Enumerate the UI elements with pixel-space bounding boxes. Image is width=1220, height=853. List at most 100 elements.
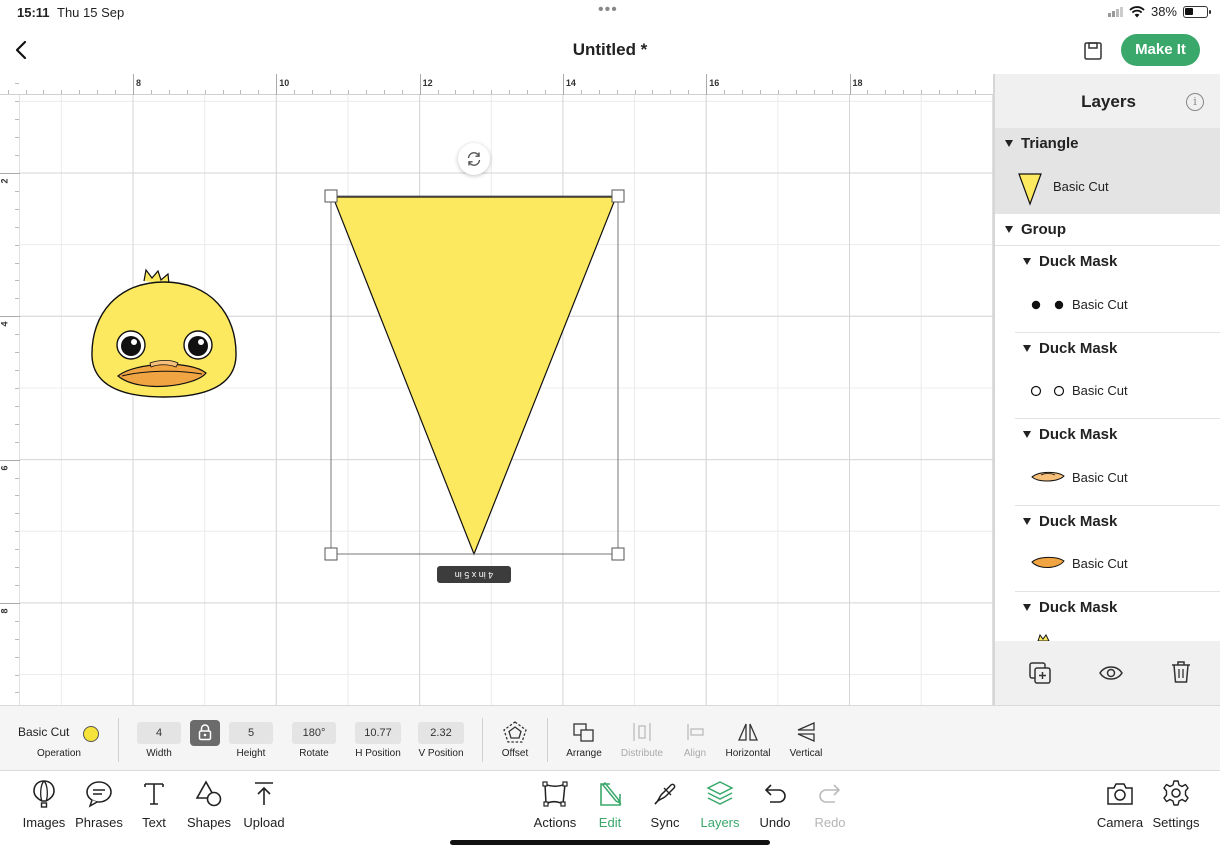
arrange-icon xyxy=(573,723,594,742)
layer-operation: Basic Cut xyxy=(1072,383,1128,398)
layer-name: Duck Mask xyxy=(1039,426,1118,443)
offset-button[interactable]: Offset xyxy=(497,706,533,772)
size-tag: 4 in x 5 in xyxy=(437,566,511,583)
expand-triangle-icon[interactable] xyxy=(1023,345,1031,352)
layer-operation: Basic Cut xyxy=(1053,179,1109,194)
trash-icon[interactable] xyxy=(1170,660,1192,684)
text-label: Text xyxy=(142,815,166,830)
horizontal-ruler: 8 10 12 14 16 18 xyxy=(0,74,993,95)
ruler-tick xyxy=(15,208,19,210)
layer-item-beak-detail[interactable]: Basic Cut xyxy=(995,451,1220,505)
beak-thumb-icon xyxy=(1031,556,1065,568)
layers-icon xyxy=(706,781,734,805)
expand-triangle-icon[interactable] xyxy=(1005,140,1013,147)
width-input[interactable]: 4 xyxy=(137,722,181,744)
ruler-tick xyxy=(15,190,19,192)
layer-item-beak[interactable]: Basic Cut xyxy=(995,537,1220,591)
arrange-button[interactable]: Arrange xyxy=(562,706,606,772)
upload-button[interactable]: Upload xyxy=(232,779,296,830)
operation-color-swatch[interactable] xyxy=(83,726,99,742)
expand-triangle-icon[interactable] xyxy=(1023,518,1031,525)
expand-triangle-icon[interactable] xyxy=(1023,431,1031,438)
ruler-tick xyxy=(527,90,529,94)
duplicate-icon[interactable] xyxy=(1028,661,1052,685)
home-indicator[interactable] xyxy=(450,840,770,845)
ruler-tick xyxy=(580,90,582,94)
ruler-major-tick xyxy=(0,173,20,174)
lock-aspect-button[interactable] xyxy=(190,720,220,746)
offset-icon xyxy=(503,721,527,743)
make-it-button[interactable]: Make It xyxy=(1121,34,1200,66)
expand-triangle-icon[interactable] xyxy=(1023,258,1031,265)
ruler-y-label: 8 xyxy=(0,608,10,614)
shapes-label: Shapes xyxy=(186,815,232,830)
layer-group-duck-mask[interactable]: Duck Mask xyxy=(995,506,1220,538)
rotate-input[interactable]: 180° xyxy=(292,722,336,744)
layer-group-duck-mask[interactable]: Duck Mask xyxy=(995,419,1220,451)
resize-handle-bottom-left[interactable] xyxy=(324,547,338,561)
resize-handle-bottom-right[interactable] xyxy=(611,547,625,561)
save-icon[interactable] xyxy=(1082,40,1104,62)
layer-group-duck-mask[interactable]: Duck Mask xyxy=(995,333,1220,365)
settings-gear-icon xyxy=(1163,780,1189,806)
flip-vertical-button[interactable]: Vertical xyxy=(782,706,830,772)
triangle-shape[interactable] xyxy=(332,196,617,556)
camera-icon xyxy=(1107,783,1133,805)
ruler-tick xyxy=(15,513,19,515)
align-button: Align xyxy=(676,706,714,772)
triangle-thumb-icon xyxy=(1018,173,1042,206)
visibility-eye-icon[interactable] xyxy=(1099,665,1123,681)
layer-triangle-section[interactable]: Triangle Basic Cut xyxy=(995,128,1220,214)
layer-item-pupils[interactable]: Basic Cut xyxy=(995,278,1220,332)
ruler-tick xyxy=(795,90,797,94)
operation-control[interactable]: Basic Cut Operation xyxy=(18,706,118,772)
layers-footer xyxy=(995,641,1220,705)
ruler-tick xyxy=(437,90,439,94)
design-canvas[interactable]: 8 10 12 14 16 18 2 4 6 8 4 in x 5 in xyxy=(0,74,993,705)
height-input[interactable]: 5 xyxy=(229,722,273,744)
offset-label: Offset xyxy=(501,748,529,759)
settings-button[interactable]: Settings xyxy=(1144,779,1208,830)
ruler-tick xyxy=(831,90,833,94)
ruler-tick xyxy=(15,638,19,640)
flip-horizontal-button[interactable]: Horizontal xyxy=(722,706,774,772)
info-icon[interactable]: i xyxy=(1186,93,1204,111)
phrases-label: Phrases xyxy=(75,815,123,830)
layer-operation: Basic Cut xyxy=(1072,470,1128,485)
ruler-tick xyxy=(813,90,815,94)
ruler-x-label: 14 xyxy=(565,78,576,88)
ruler-tick xyxy=(204,90,206,94)
resize-handle-top-right[interactable] xyxy=(611,189,625,203)
layer-item-eyes[interactable]: Basic Cut xyxy=(995,364,1220,418)
redo-icon xyxy=(819,784,841,803)
v-position-input[interactable]: 2.32 xyxy=(418,722,464,744)
canvas-artboard[interactable] xyxy=(0,74,993,705)
layer-group-triangle[interactable]: Triangle xyxy=(995,128,1220,160)
beak-detail-thumb-icon xyxy=(1031,471,1065,482)
expand-triangle-icon[interactable] xyxy=(1005,226,1013,233)
edit-label: Edit xyxy=(598,815,622,830)
phrases-speech-bubble-icon xyxy=(86,781,112,808)
ruler-tick xyxy=(7,90,9,94)
layer-item-triangle[interactable]: Basic Cut xyxy=(995,160,1220,214)
multitask-dots[interactable]: ••• xyxy=(598,1,618,19)
ruler-y-label: 2 xyxy=(0,178,10,184)
ruler-tick xyxy=(15,692,19,694)
rotate-handle[interactable] xyxy=(458,143,490,175)
toolbar-divider xyxy=(547,718,548,762)
layer-group-duck-mask[interactable]: Duck Mask xyxy=(995,592,1220,624)
layer-group-group[interactable]: Group xyxy=(995,214,1220,246)
ruler-tick xyxy=(15,584,19,586)
expand-triangle-icon[interactable] xyxy=(1023,604,1031,611)
ruler-tick xyxy=(777,90,779,94)
duck-image[interactable] xyxy=(91,268,237,398)
lock-icon xyxy=(198,724,212,741)
resize-handle-top-left[interactable] xyxy=(324,189,338,203)
layer-group-duck-mask[interactable]: Duck Mask xyxy=(995,246,1220,278)
distribute-button: Distribute xyxy=(617,706,667,772)
camera-button[interactable]: Camera xyxy=(1088,779,1152,830)
ruler-major-tick xyxy=(562,74,564,95)
text-icon xyxy=(144,783,164,805)
images-balloon-icon xyxy=(33,780,55,808)
h-position-input[interactable]: 10.77 xyxy=(355,722,401,744)
